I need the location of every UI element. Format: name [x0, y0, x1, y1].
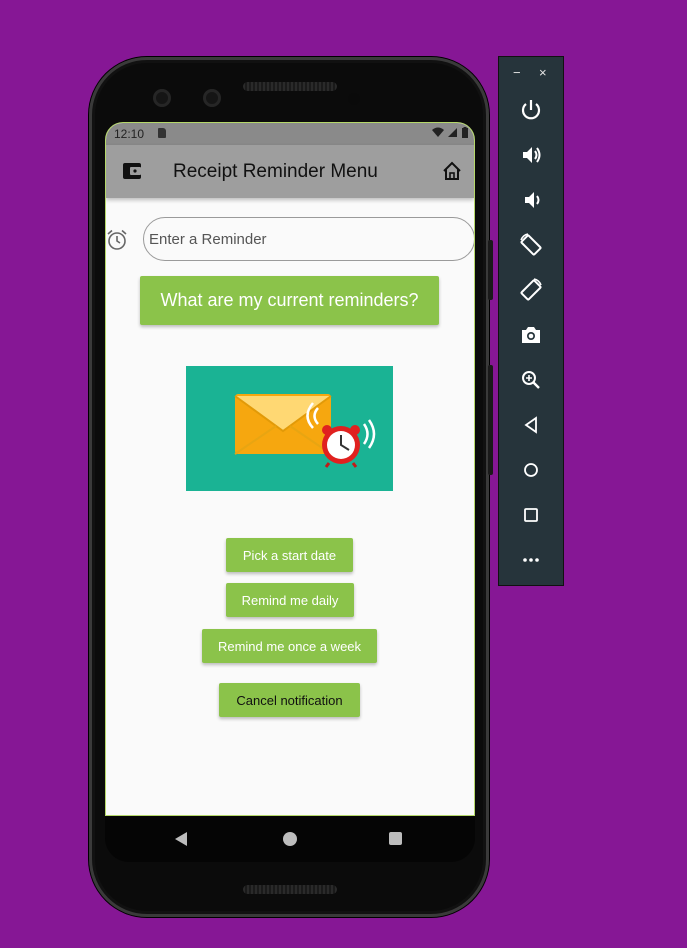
close-button[interactable]: ×: [539, 65, 547, 80]
zoom-icon[interactable]: [518, 367, 544, 393]
alarm-clock-icon: [107, 229, 127, 250]
top-speaker: [243, 82, 337, 91]
signal-icon: [447, 128, 457, 137]
nav-home-icon[interactable]: [283, 832, 297, 846]
cancel-notification-button[interactable]: Cancel notification: [219, 683, 360, 717]
home-icon[interactable]: [442, 161, 462, 181]
status-icons: [431, 127, 468, 141]
battery-icon: [462, 127, 468, 138]
volume-down-icon[interactable]: [518, 187, 544, 213]
phone-side-button: [488, 365, 493, 475]
pick-start-date-button[interactable]: Pick a start date: [226, 538, 353, 572]
more-icon[interactable]: [518, 547, 544, 573]
app-title: Receipt Reminder Menu: [173, 161, 378, 182]
back-icon[interactable]: [518, 412, 544, 438]
remind-weekly-button[interactable]: Remind me once a week: [202, 629, 377, 663]
phone-side-button: [488, 240, 493, 300]
envelope-alarm-image: [234, 394, 376, 468]
reminder-illustration: [186, 366, 393, 491]
app-bar: Receipt Reminder Menu: [106, 145, 474, 198]
nav-recents-icon[interactable]: [389, 832, 402, 845]
minimize-button[interactable]: −: [513, 65, 521, 80]
front-sensor: [203, 89, 221, 107]
app-screen: 12:10 Receipt Reminder Menu What are my …: [105, 122, 475, 816]
wifi-icon: [431, 127, 444, 137]
rotate-right-icon[interactable]: [518, 277, 544, 303]
sd-card-icon: [158, 128, 166, 138]
proximity-sensor: [348, 93, 360, 105]
bottom-speaker: [243, 885, 337, 894]
volume-up-icon[interactable]: [518, 142, 544, 168]
home-icon[interactable]: [518, 457, 544, 483]
camera-icon[interactable]: [518, 322, 544, 348]
current-reminders-button[interactable]: What are my current reminders?: [140, 276, 439, 325]
remind-daily-button[interactable]: Remind me daily: [226, 583, 354, 617]
wallet-icon[interactable]: [123, 163, 141, 179]
reminder-input[interactable]: [143, 217, 474, 261]
android-nav-bar: [105, 816, 475, 862]
overview-icon[interactable]: [518, 502, 544, 528]
emulator-toolbar: − ×: [498, 56, 564, 586]
status-time: 12:10: [114, 127, 145, 141]
nav-back-icon[interactable]: [175, 832, 187, 846]
power-icon[interactable]: [518, 97, 544, 123]
front-camera: [153, 89, 171, 107]
rotate-left-icon[interactable]: [518, 232, 544, 258]
status-bar: 12:10: [106, 123, 474, 145]
